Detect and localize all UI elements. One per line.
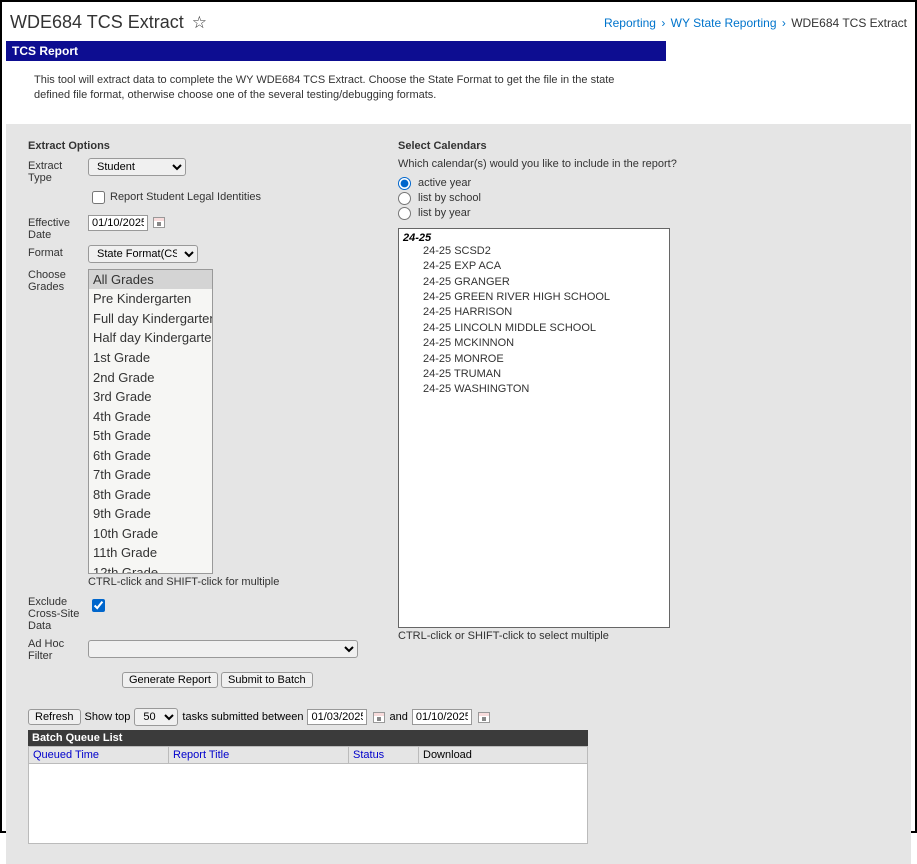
calendars-question: Which calendar(s) would you like to incl…	[398, 158, 889, 170]
calendar-option[interactable]: 24-25 TRUMAN	[399, 367, 669, 382]
grades-listbox[interactable]: All GradesPre KindergartenFull day Kinde…	[88, 269, 213, 574]
breadcrumb: Reporting › WY State Reporting › WDE684 …	[604, 16, 907, 30]
format-select[interactable]: State Format(CSV)	[88, 245, 198, 263]
show-top-label: Show top	[85, 711, 131, 723]
show-top-select[interactable]: 50	[134, 708, 178, 726]
exclude-cross-site-label: Exclude Cross-Site Data	[28, 594, 88, 632]
table-row	[29, 764, 588, 844]
batch-area: Refresh Show top 50 tasks submitted betw…	[6, 704, 911, 864]
col-queued-time[interactable]: Queued Time	[33, 749, 99, 761]
breadcrumb-wy-state[interactable]: WY State Reporting	[671, 16, 777, 30]
active-year-radio[interactable]	[398, 177, 411, 190]
select-calendars-title: Select Calendars	[398, 140, 889, 152]
calendar-listbox[interactable]: 24-25 24-25 SCSD224-25 EXP ACA24-25 GRAN…	[398, 228, 670, 628]
format-label: Format	[28, 245, 88, 259]
and-label: and	[389, 711, 407, 723]
main-form: Extract Options Extract Type Student Rep…	[6, 124, 911, 704]
grade-option[interactable]: 1st Grade	[89, 348, 212, 368]
batch-date-from-input[interactable]	[307, 709, 367, 725]
page-header: WDE684 TCS Extract ☆ Reporting › WY Stat…	[2, 2, 915, 41]
favorite-star-icon[interactable]: ☆	[192, 13, 207, 33]
extract-type-label: Extract Type	[28, 158, 88, 184]
grade-option[interactable]: Half day Kindergarten	[89, 328, 212, 348]
calendar-option[interactable]: 24-25 SCSD2	[399, 244, 669, 259]
calendar-option[interactable]: 24-25 GREEN RIVER HIGH SCHOOL	[399, 290, 669, 305]
breadcrumb-reporting[interactable]: Reporting	[604, 16, 656, 30]
effective-date-label: Effective Date	[28, 215, 88, 241]
list-by-school-radio[interactable]	[398, 192, 411, 205]
extract-type-select[interactable]: Student	[88, 158, 186, 176]
section-bar-tcs-report: TCS Report	[6, 41, 666, 61]
calendar-hint: CTRL-click or SHIFT-click to select mult…	[398, 630, 889, 642]
calendar-option[interactable]: 24-25 LINCOLN MIDDLE SCHOOL	[399, 321, 669, 336]
page-title: WDE684 TCS Extract	[10, 12, 184, 33]
grade-option[interactable]: Full day Kindergarten	[89, 309, 212, 329]
tasks-submitted-label: tasks submitted between	[182, 711, 303, 723]
tool-description: This tool will extract data to complete …	[6, 61, 666, 124]
col-download: Download	[419, 747, 588, 764]
calendar-option[interactable]: 24-25 MCKINNON	[399, 336, 669, 351]
batch-date-to-input[interactable]	[412, 709, 472, 725]
grade-option[interactable]: 11th Grade	[89, 543, 212, 563]
grade-option[interactable]: 4th Grade	[89, 407, 212, 427]
grade-option[interactable]: 6th Grade	[89, 446, 212, 466]
adhoc-filter-select[interactable]	[88, 640, 358, 658]
breadcrumb-current: WDE684 TCS Extract	[791, 16, 907, 30]
calendar-option[interactable]: 24-25 GRANGER	[399, 275, 669, 290]
submit-to-batch-button[interactable]: Submit to Batch	[221, 672, 313, 688]
chevron-right-icon: ›	[661, 16, 665, 30]
batch-queue-table: Queued Time Report Title Status Download	[28, 746, 588, 844]
list-by-school-label: list by school	[418, 192, 481, 204]
calendar-option[interactable]: 24-25 WASHINGTON	[399, 382, 669, 397]
generate-report-button[interactable]: Generate Report	[122, 672, 218, 688]
choose-grades-label: Choose Grades	[28, 267, 88, 293]
exclude-cross-site-checkbox[interactable]	[92, 599, 105, 612]
chevron-right-icon: ›	[782, 16, 786, 30]
list-by-year-radio[interactable]	[398, 207, 411, 220]
batch-queue-title: Batch Queue List	[28, 730, 588, 746]
calendar-option[interactable]: 24-25 EXP ACA	[399, 259, 669, 274]
grade-option[interactable]: 7th Grade	[89, 465, 212, 485]
grade-option[interactable]: 10th Grade	[89, 524, 212, 544]
refresh-button[interactable]: Refresh	[28, 709, 81, 725]
calendar-option[interactable]: 24-25 HARRISON	[399, 305, 669, 320]
grade-option[interactable]: 3rd Grade	[89, 387, 212, 407]
grades-hint: CTRL-click and SHIFT-click for multiple	[88, 576, 368, 588]
grade-option[interactable]: 5th Grade	[89, 426, 212, 446]
adhoc-filter-label: Ad Hoc Filter	[28, 636, 88, 662]
grade-option[interactable]: 12th Grade	[89, 563, 212, 574]
calendar-year-header: 24-25	[399, 232, 669, 244]
calendar-icon[interactable]	[478, 712, 490, 723]
list-by-year-label: list by year	[418, 207, 471, 219]
report-legal-identities-checkbox[interactable]	[92, 191, 105, 204]
grade-option[interactable]: 9th Grade	[89, 504, 212, 524]
effective-date-input[interactable]	[88, 215, 148, 231]
calendar-icon[interactable]	[373, 712, 385, 723]
extract-options-title: Extract Options	[28, 140, 368, 152]
calendar-option[interactable]: 24-25 MONROE	[399, 352, 669, 367]
col-report-title[interactable]: Report Title	[173, 749, 229, 761]
grade-option[interactable]: All Grades	[89, 270, 212, 290]
grade-option[interactable]: 2nd Grade	[89, 368, 212, 388]
report-legal-identities-label: Report Student Legal Identities	[110, 191, 261, 203]
active-year-label: active year	[418, 177, 471, 189]
grade-option[interactable]: Pre Kindergarten	[89, 289, 212, 309]
grade-option[interactable]: 8th Grade	[89, 485, 212, 505]
col-status[interactable]: Status	[353, 749, 384, 761]
calendar-icon[interactable]	[153, 217, 165, 228]
